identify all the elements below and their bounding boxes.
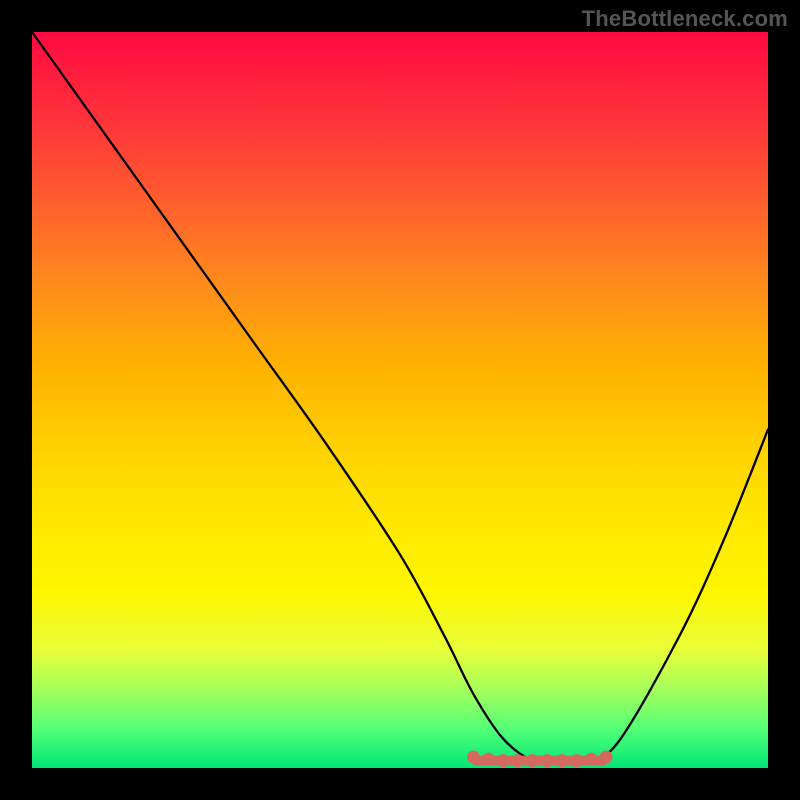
optimal-marker	[511, 754, 524, 767]
optimal-marker	[541, 754, 554, 767]
optimal-range-markers	[467, 750, 612, 767]
optimal-marker	[482, 753, 495, 766]
curve-path	[32, 32, 768, 764]
optimal-marker	[585, 753, 598, 766]
optimal-marker	[555, 754, 568, 767]
optimal-marker	[600, 750, 613, 763]
curve-layer	[32, 32, 768, 768]
optimal-marker	[570, 754, 583, 767]
chart-frame: TheBottleneck.com	[0, 0, 800, 800]
bottleneck-curve	[32, 32, 768, 764]
optimal-marker	[467, 750, 480, 763]
optimal-marker	[497, 754, 510, 767]
plot-area	[32, 32, 768, 768]
watermark-text: TheBottleneck.com	[582, 6, 788, 32]
optimal-marker	[526, 754, 539, 767]
